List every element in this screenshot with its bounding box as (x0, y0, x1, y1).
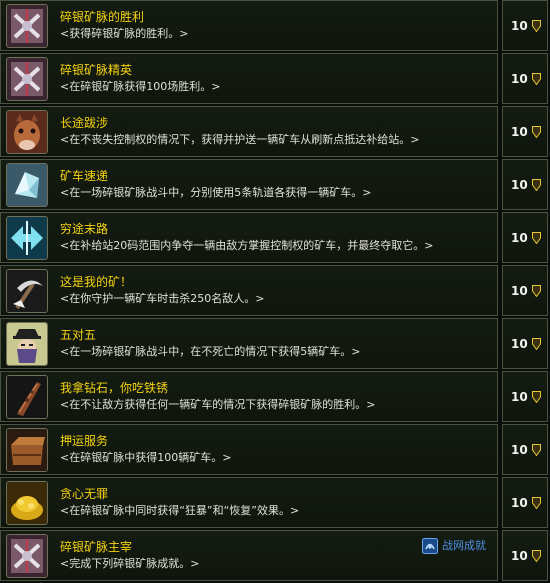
shield-icon (532, 285, 541, 297)
achievement-description: <完成下列碎银矿脉成就。> (60, 557, 200, 570)
shield-icon (532, 550, 541, 562)
shield-icon (532, 232, 541, 244)
achievement-title: 碎银矿脉主宰 (60, 540, 133, 554)
achievement-points: 10 (502, 265, 548, 316)
points-value: 10 (511, 72, 528, 86)
achievement-title: 碎银矿脉精英 (60, 63, 133, 77)
battleground-icon (6, 57, 48, 101)
bandit-icon (6, 322, 48, 366)
achievement-description: <在碎银矿脉中获得100辆矿车。> (60, 451, 232, 464)
shield-icon (532, 497, 541, 509)
shield-icon (532, 126, 541, 138)
achievement-description: <在碎银矿脉中同时获得“狂暴”和“恢复”效果。> (60, 504, 300, 517)
achievement-title: 我拿钻石，你吃铁锈 (60, 381, 169, 395)
achievement-row[interactable]: 押运服务 <在碎银矿脉中获得100辆矿车。> 10 (0, 424, 550, 477)
achievement-row[interactable]: 我拿钻石，你吃铁锈 <在不让敌方获得任何一辆矿车的情况下获得碎银矿脉的胜利。> … (0, 371, 550, 424)
shield-icon (532, 391, 541, 403)
achievement-row[interactable]: 长途跋涉 <在不丧失控制权的情况下，获得并护送一辆矿车从刷新点抵达补给站。> 1… (0, 106, 550, 159)
battleground-icon (6, 4, 48, 48)
achievement-main-panel[interactable]: 碎银矿脉精英 <在碎银矿脉获得100场胜利。> (0, 53, 498, 104)
achievement-row[interactable]: 碎银矿脉主宰 <完成下列碎银矿脉成就。> 战网成就 10 (0, 530, 550, 583)
achievement-description: <在不丧失控制权的情况下，获得并护送一辆矿车从刷新点抵达补给站。> (60, 133, 420, 146)
achievement-title: 这是我的矿！ (60, 275, 133, 289)
shield-icon (532, 73, 541, 85)
achievement-points: 10 (502, 530, 548, 581)
achievement-points: 10 (502, 477, 548, 528)
achievement-list: 碎银矿脉的胜利 <获得碎银矿脉的胜利。> 10 碎银矿脉精英 <在碎银矿脉获得1… (0, 0, 550, 583)
achievement-main-panel[interactable]: 长途跋涉 <在不丧失控制权的情况下，获得并护送一辆矿车从刷新点抵达补给站。> (0, 106, 498, 157)
mount-icon (6, 110, 48, 154)
achievement-points: 10 (502, 212, 548, 263)
achievement-row[interactable]: 穷途末路 <在补给站20码范围内争夺一辆由敌方掌握控制权的矿车，并最终夺取它。>… (0, 212, 550, 265)
shield-icon (532, 20, 541, 32)
battlenet-icon (422, 538, 438, 554)
achievement-title: 五对五 (60, 328, 97, 342)
achievement-title: 贪心无罪 (60, 487, 109, 501)
achievement-description: <在一场碎银矿脉战斗中，在不死亡的情况下获得5辆矿车。> (60, 345, 361, 358)
pickaxe-icon (6, 269, 48, 313)
achievement-description: <在碎银矿脉获得100场胜利。> (60, 80, 221, 93)
achievement-main-panel[interactable]: 五对五 <在一场碎银矿脉战斗中，在不死亡的情况下获得5辆矿车。> (0, 318, 498, 369)
achievement-main-panel[interactable]: 碎银矿脉主宰 <完成下列碎银矿脉成就。> 战网成就 (0, 530, 498, 581)
achievement-description: <在补给站20码范围内争夺一辆由敌方掌握控制权的矿车，并最终夺取它。> (60, 239, 434, 252)
achievement-row[interactable]: 碎银矿脉的胜利 <获得碎银矿脉的胜利。> 10 (0, 0, 550, 53)
achievement-description: <在不让敌方获得任何一辆矿车的情况下获得碎银矿脉的胜利。> (60, 398, 376, 411)
achievement-points: 10 (502, 159, 548, 210)
points-value: 10 (511, 337, 528, 351)
points-value: 10 (511, 19, 528, 33)
points-value: 10 (511, 443, 528, 457)
achievement-main-panel[interactable]: 押运服务 <在碎银矿脉中获得100辆矿车。> (0, 424, 498, 475)
achievement-title: 押运服务 (60, 434, 109, 448)
shield-icon (532, 338, 541, 350)
points-value: 10 (511, 496, 528, 510)
points-value: 10 (511, 549, 528, 563)
achievement-main-panel[interactable]: 这是我的矿！ <在你守护一辆矿车时击杀250名敌人。> (0, 265, 498, 316)
points-value: 10 (511, 231, 528, 245)
achievement-description: <在一场碎银矿脉战斗中，分别使用5条轨道各获得一辆矿车。> (60, 186, 372, 199)
shield-icon (532, 444, 541, 456)
achievement-main-panel[interactable]: 贪心无罪 <在碎银矿脉中同时获得“狂暴”和“恢复”效果。> (0, 477, 498, 528)
achievement-main-panel[interactable]: 碎银矿脉的胜利 <获得碎银矿脉的胜利。> (0, 0, 498, 51)
achievement-points: 10 (502, 424, 548, 475)
shield-icon (532, 179, 541, 191)
points-value: 10 (511, 390, 528, 404)
achievement-main-panel[interactable]: 矿车速递 <在一场碎银矿脉战斗中，分别使用5条轨道各获得一辆矿车。> (0, 159, 498, 210)
achievement-points: 10 (502, 318, 548, 369)
achievement-points: 10 (502, 0, 548, 51)
achievement-points: 10 (502, 53, 548, 104)
achievement-row[interactable]: 五对五 <在一场碎银矿脉战斗中，在不死亡的情况下获得5辆矿车。> 10 (0, 318, 550, 371)
battlenet-link-label[interactable]: 战网成就 (442, 539, 486, 553)
achievement-title: 碎银矿脉的胜利 (60, 10, 145, 24)
achievement-points: 10 (502, 371, 548, 422)
achievement-title: 穷途末路 (60, 222, 109, 236)
points-value: 10 (511, 284, 528, 298)
points-value: 10 (511, 125, 528, 139)
battlenet-achievement-link[interactable]: 战网成就 (422, 537, 486, 555)
achievement-main-panel[interactable]: 穷途末路 <在补给站20码范围内争夺一辆由敌方掌握控制权的矿车，并最终夺取它。> (0, 212, 498, 263)
points-value: 10 (511, 178, 528, 192)
rusty-blade-icon (6, 375, 48, 419)
achievement-row[interactable]: 碎银矿脉精英 <在碎银矿脉获得100场胜利。> 10 (0, 53, 550, 106)
achievement-description: <在你守护一辆矿车时击杀250名敌人。> (60, 292, 265, 305)
battleground-icon (6, 534, 48, 578)
achievement-title: 长途跋涉 (60, 116, 109, 130)
achievement-main-panel[interactable]: 我拿钻石，你吃铁锈 <在不让敌方获得任何一辆矿车的情况下获得碎银矿脉的胜利。> (0, 371, 498, 422)
achievement-row[interactable]: 矿车速递 <在一场碎银矿脉战斗中，分别使用5条轨道各获得一辆矿车。> 10 (0, 159, 550, 212)
crate-icon (6, 428, 48, 472)
arrows-icon (6, 216, 48, 260)
achievement-description: <获得碎银矿脉的胜利。> (60, 27, 189, 40)
achievement-points: 10 (502, 106, 548, 157)
achievement-row[interactable]: 贪心无罪 <在碎银矿脉中同时获得“狂暴”和“恢复”效果。> 10 (0, 477, 550, 530)
crystal-icon (6, 163, 48, 207)
achievement-title: 矿车速递 (60, 169, 109, 183)
gold-pile-icon (6, 481, 48, 525)
achievement-row[interactable]: 这是我的矿！ <在你守护一辆矿车时击杀250名敌人。> 10 (0, 265, 550, 318)
